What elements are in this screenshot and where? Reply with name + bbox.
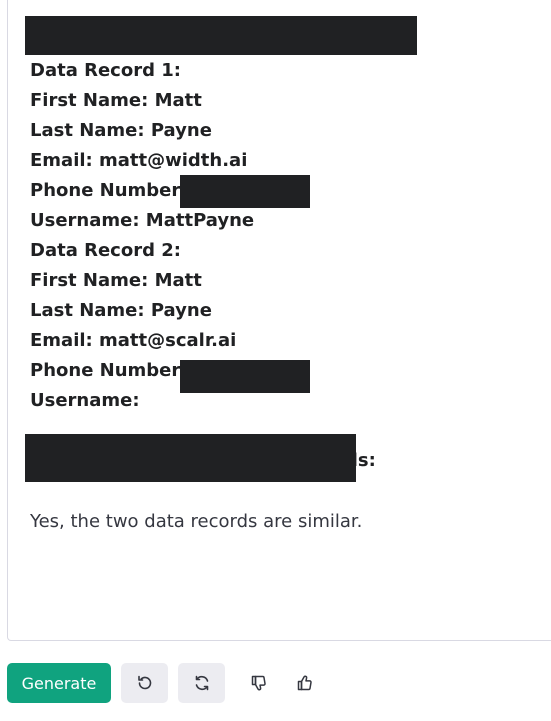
- undo-icon: [137, 675, 151, 690]
- record2-phone-label: Phone Number:: [30, 360, 188, 381]
- redacted-phone-2: [180, 360, 310, 393]
- record1-email: Email: matt@width.ai: [30, 150, 248, 171]
- generate-button[interactable]: Generate: [7, 663, 111, 703]
- undo-button[interactable]: [121, 663, 168, 703]
- record1-last-name: Last Name: Payne: [30, 120, 212, 141]
- record1-heading: Data Record 1:: [30, 60, 181, 81]
- thumbs-down-icon: [251, 675, 266, 691]
- refresh-icon: [195, 675, 208, 691]
- thumbs-down-button[interactable]: [239, 663, 279, 703]
- record2-heading: Data Record 2:: [30, 240, 181, 261]
- record2-last-name: Last Name: Payne: [30, 300, 212, 321]
- redacted-prompt: [25, 434, 356, 482]
- record1-phone-label: Phone Number:: [30, 180, 188, 201]
- completion-answer: Yes, the two data records are similar.: [30, 511, 363, 532]
- redacted-block: [25, 16, 417, 55]
- record2-first-name: First Name: Matt: [30, 270, 202, 291]
- toolbar: Generate: [7, 663, 325, 703]
- redacted-phone-1: [180, 175, 310, 208]
- record2-email: Email: matt@scalr.ai: [30, 330, 237, 351]
- record1-username: Username: MattPayne: [30, 210, 255, 231]
- record2-username: Username:: [30, 390, 140, 411]
- regenerate-button[interactable]: [178, 663, 225, 703]
- thumbs-up-button[interactable]: [285, 663, 325, 703]
- thumbs-up-icon: [297, 675, 312, 691]
- record1-first-name: First Name: Matt: [30, 90, 202, 111]
